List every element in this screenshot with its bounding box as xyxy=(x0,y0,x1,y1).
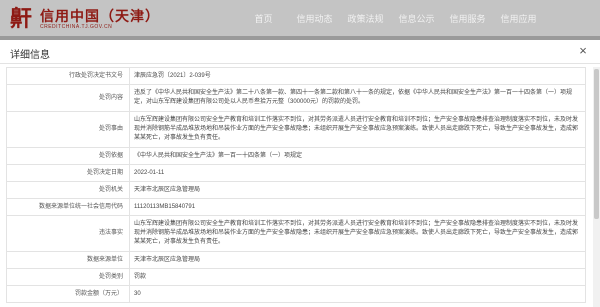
table-row: 处罚类别 罚款 xyxy=(6,268,586,286)
detail-modal: 详细信息 × 行政处罚决定书文号 津辰应急罚〔2021〕2-039号 处罚内容 … xyxy=(0,40,600,307)
field-value: 山东军辉建设集团有限公司安全生产教育和培训工作落实不到位，对其劳务派遣人员进行安… xyxy=(129,111,586,148)
field-label: 数据来源单位统一社会信用代码 xyxy=(6,198,130,216)
site-title[interactable]: 信用中国（天津） xyxy=(40,6,160,26)
main-nav: 首页 信用动态 政策法规 信息公示 信用服务 信用应用 xyxy=(238,0,544,36)
nav-item-credit-application[interactable]: 信用应用 xyxy=(493,0,544,36)
nav-item-policies[interactable]: 政策法规 xyxy=(340,0,391,36)
field-label: 处罚依据 xyxy=(6,147,130,165)
nav-item-disclosure[interactable]: 信息公示 xyxy=(391,0,442,36)
nav-item-credit-news[interactable]: 信用动态 xyxy=(289,0,340,36)
modal-title: 详细信息 xyxy=(10,50,50,61)
nav-item-credit-service[interactable]: 信用服务 xyxy=(442,0,493,36)
field-label: 处罚类别 xyxy=(6,268,130,286)
field-value: 天津市北辰区应急管理局 xyxy=(129,251,586,269)
credit-china-logo-icon[interactable]: 鼾 xyxy=(10,6,36,32)
table-row: 违法事实 山东军辉建设集团有限公司安全生产教育和培训工作落实不到位，对其劳务派遣… xyxy=(6,215,586,252)
detail-table: 行政处罚决定书文号 津辰应急罚〔2021〕2-039号 处罚内容 违反了《中华人… xyxy=(6,67,586,303)
field-value: 天津市北辰区应急管理局 xyxy=(129,181,586,199)
modal-header: 详细信息 × xyxy=(0,40,600,64)
field-value: 《中华人民共和国安全生产法》第一百一十四条第（一）项规定 xyxy=(129,147,586,165)
table-row: 处罚依据 《中华人民共和国安全生产法》第一百一十四条第（一）项规定 xyxy=(6,147,586,165)
field-label: 处罚机关 xyxy=(6,181,130,199)
field-value: 11120113MB15840791 xyxy=(129,198,586,216)
field-label: 处罚决定日期 xyxy=(6,164,130,182)
table-row: 数据来源单位 天津市北辰区应急管理局 xyxy=(6,251,586,269)
table-row: 罚款金额（万元） 30 xyxy=(6,285,586,303)
table-row: 处罚机关 天津市北辰区应急管理局 xyxy=(6,181,586,199)
field-value: 津辰应急罚〔2021〕2-039号 xyxy=(129,67,586,85)
scrollbar[interactable] xyxy=(593,67,600,307)
field-label: 数据来源单位 xyxy=(6,251,130,269)
field-label: 罚款金额（万元） xyxy=(6,285,130,303)
field-value: 2022-01-11 xyxy=(129,164,586,182)
close-icon[interactable]: × xyxy=(576,44,590,58)
field-value: 罚款 xyxy=(129,268,586,286)
field-label: 行政处罚决定书文号 xyxy=(6,67,130,85)
field-value: 违反了《中华人民共和国安全生产法》第二十八条第一款、第四十一条第二款和第八十一条… xyxy=(129,84,586,112)
table-row: 数据来源单位统一社会信用代码 11120113MB15840791 xyxy=(6,198,586,216)
modal-body[interactable]: 行政处罚决定书文号 津辰应急罚〔2021〕2-039号 处罚内容 违反了《中华人… xyxy=(6,67,586,307)
field-label: 违法事实 xyxy=(6,215,130,252)
table-row: 处罚事由 山东军辉建设集团有限公司安全生产教育和培训工作落实不到位，对其劳务派遣… xyxy=(6,111,586,148)
field-value: 山东军辉建设集团有限公司安全生产教育和培训工作落实不到位，对其劳务派遣人员进行安… xyxy=(129,215,586,252)
nav-item-home[interactable]: 首页 xyxy=(238,0,289,36)
field-label: 处罚内容 xyxy=(6,84,130,112)
field-label: 处罚事由 xyxy=(6,111,130,148)
table-row: 处罚决定日期 2022-01-11 xyxy=(6,164,586,182)
site-subtitle: CREDITCHINA.TJ.GOV.CN xyxy=(40,24,113,30)
table-row: 行政处罚决定书文号 津辰应急罚〔2021〕2-039号 xyxy=(6,67,586,85)
table-row: 处罚内容 违反了《中华人民共和国安全生产法》第二十八条第一款、第四十一条第二款和… xyxy=(6,84,586,112)
site-header: 鼾 信用中国（天津） CREDITCHINA.TJ.GOV.CN 首页 信用动态… xyxy=(0,0,600,36)
field-value: 30 xyxy=(129,285,586,303)
scrollbar-thumb[interactable] xyxy=(594,69,599,219)
